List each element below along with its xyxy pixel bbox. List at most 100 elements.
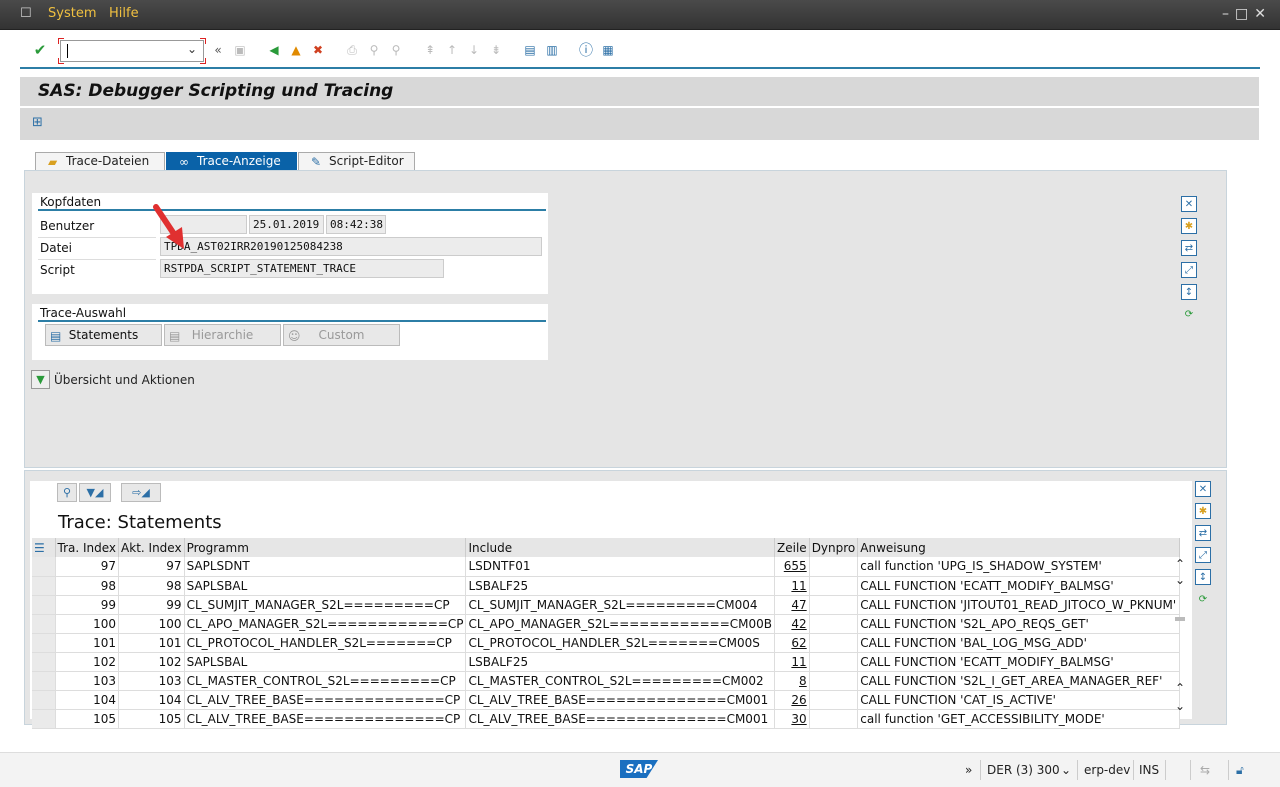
last-page-icon[interactable]: ⇟ [488,42,504,58]
column-header[interactable]: Dynpro [809,538,859,557]
programm-cell: SAPLSDNT [184,557,467,577]
tab-script-editor[interactable]: ✎ Script-Editor [298,152,415,170]
column-header[interactable]: Tra. Index [55,538,120,557]
row-selector[interactable] [32,576,56,596]
column-header[interactable]: Programm [184,538,467,557]
row-selector[interactable] [32,595,56,615]
shortcut-icon[interactable]: ▥ [544,42,560,58]
cancel-icon[interactable]: ✖ [310,42,326,58]
input-mode[interactable]: INS [1139,763,1159,777]
tab-trace-dateien[interactable]: ▰ Trace-Dateien [35,152,165,170]
tab-trace-anzeige[interactable]: ∞ Trace-Anzeige [166,152,297,170]
chevron-down-icon[interactable]: ⌄ [187,42,197,56]
first-page-icon[interactable]: ⇞ [422,42,438,58]
close-panel-icon[interactable]: ✕ [1195,481,1211,497]
zeile-link[interactable]: 47 [774,595,810,615]
row-selector[interactable] [32,709,56,729]
row-selector[interactable] [32,557,56,577]
zeile-link[interactable]: 62 [774,633,810,653]
chevron-down-icon[interactable]: ⌄ [1061,763,1071,777]
row-selector[interactable] [32,633,56,653]
hierarchie-button[interactable]: ▤ Hierarchie [164,324,281,346]
column-header[interactable]: Zeile [774,538,810,557]
zeile-link[interactable]: 11 [774,576,810,596]
row-selector[interactable] [32,652,56,672]
zeile-link[interactable]: 26 [774,690,810,710]
print-icon[interactable]: ⎙ [344,42,360,58]
table-row[interactable]: 98 98 SAPLSBAL LSBALF25 11 CALL FUNCTION 'ECA… [32,576,1181,596]
zeile-link[interactable]: 655 [774,557,810,577]
scroll-up-icon[interactable]: ⌃ [1175,681,1185,695]
save-icon[interactable]: ▣ [232,42,248,58]
dynpro-cell [809,614,859,634]
tab-label: Script-Editor [329,154,404,168]
collapse-command-icon[interactable]: « [210,42,226,58]
statements-button[interactable]: ▤ Statements [45,324,162,346]
settings-tree-icon[interactable]: ⊞ [32,115,50,131]
prev-page-icon[interactable]: ↑ [444,42,460,58]
filter-dropdown-icon[interactable]: ▼◢ [79,483,111,502]
custom-button[interactable]: ☺ Custom [283,324,400,346]
table-row[interactable]: 100 100 CL_APO_MANAGER_S2L============CP CL… [32,614,1181,634]
find-next-icon[interactable]: ⚲ [388,42,404,58]
zeile-link[interactable]: 8 [774,671,810,691]
find-icon[interactable]: ⚲ [57,483,77,502]
new-session-icon[interactable]: ▤ [522,42,538,58]
customize-layout-icon[interactable]: ▦ [600,42,616,58]
table-row[interactable]: 101 101 CL_PROTOCOL_HANDLER_S2L=======CP CL… [32,633,1181,653]
row-selector[interactable] [32,690,56,710]
window-menu-icon[interactable]: ☐ [20,6,32,21]
maximize-icon[interactable]: ⤢ [1181,262,1197,278]
next-page-icon[interactable]: ↓ [466,42,482,58]
scroll-down-icon[interactable]: ⌄ [1175,573,1185,587]
row-selector[interactable] [32,671,56,691]
anweisung-cell: CALL FUNCTION 'JITOUT01_READ_JITOCO_W_PK… [857,595,1181,615]
help-icon[interactable]: ⓘ [578,42,594,59]
close-panel-icon[interactable]: ✕ [1181,196,1197,212]
zeile-link[interactable]: 42 [774,614,810,634]
new-panel-icon[interactable]: ✱ [1195,503,1211,519]
refresh-icon[interactable]: ⟳ [1181,306,1197,322]
session-info[interactable]: DER (3) 300 [987,763,1060,777]
refresh-icon[interactable]: ⟳ [1195,591,1211,607]
new-panel-icon[interactable]: ✱ [1181,218,1197,234]
menu-hilfe[interactable]: Hilfe [109,6,139,21]
include-cell: LSDNTF01 [465,557,776,577]
back-icon[interactable]: ◀ [266,42,282,58]
dynpro-cell [809,576,859,596]
split-icon[interactable]: ↕ [1195,569,1211,585]
command-field[interactable]: ⌄ [58,38,206,64]
menu-system[interactable]: System [48,6,96,21]
find-icon[interactable]: ⚲ [366,42,382,58]
maximize-icon[interactable]: ⤢ [1195,547,1211,563]
zeile-link[interactable]: 30 [774,709,810,729]
layout-icon[interactable]: ☰ [32,538,56,557]
window-controls[interactable]: –□✕ [1222,6,1272,22]
table-row[interactable]: 97 97 SAPLSDNT LSDNTF01 655 call function 'UP… [32,557,1181,577]
row-selector[interactable] [32,614,56,634]
column-header[interactable]: Anweisung [857,538,1181,557]
exit-icon[interactable]: ▲ [288,42,304,58]
table-row[interactable]: 105 105 CL_ALV_TREE_BASE==============CP CL… [32,709,1181,729]
vertical-scrollbar[interactable]: ⌃ ⌄ ⌃ ⌄ [1172,557,1190,719]
column-header[interactable]: Akt. Index [118,538,185,557]
button-label: Custom [318,328,365,342]
kopfdaten-group: Kopfdaten Benutzer 25.01.2019 08:42:38 D… [32,193,548,294]
split-icon[interactable]: ↕ [1181,284,1197,300]
expand-status-icon[interactable]: » [965,763,972,777]
enter-check-icon[interactable]: ✔ [32,41,48,59]
scroll-down-icon[interactable]: ⌄ [1175,699,1185,713]
table-row[interactable]: 104 104 CL_ALV_TREE_BASE==============CP CL… [32,690,1181,710]
lock-icon[interactable]: 🔓︎ [1236,763,1244,778]
column-header[interactable]: Include [465,538,776,557]
row-separator [38,237,156,238]
scroll-thumb[interactable] [1175,617,1185,621]
swap-panel-icon[interactable]: ⇄ [1195,525,1211,541]
swap-panel-icon[interactable]: ⇄ [1181,240,1197,256]
scroll-up-icon[interactable]: ⌃ [1175,557,1185,571]
table-row[interactable]: 103 103 CL_MASTER_CONTROL_S2L=========CP CL… [32,671,1181,691]
table-row[interactable]: 102 102 SAPLSBAL LSBALF25 11 CALL FUNCTION 'E… [32,652,1181,672]
export-dropdown-icon[interactable]: ⇨◢ [121,483,161,502]
table-row[interactable]: 99 99 CL_SUMJIT_MANAGER_S2L=========CP CL_S… [32,595,1181,615]
zeile-link[interactable]: 11 [774,652,810,672]
